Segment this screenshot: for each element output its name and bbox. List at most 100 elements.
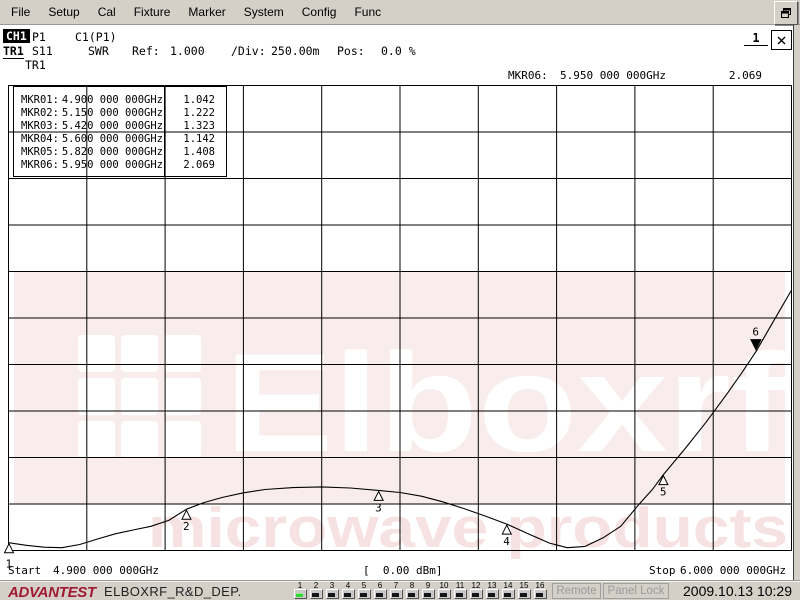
menu-item-system[interactable]: System bbox=[240, 4, 288, 20]
stop-frequency: 6.000 000 000GHz bbox=[680, 564, 786, 577]
channel-indicator-1: 1 bbox=[292, 581, 308, 599]
channel-led bbox=[390, 589, 403, 599]
channel-number: 14 bbox=[500, 581, 516, 589]
menu-bar: File Setup Cal Fixture Marker System Config Fun… bbox=[0, 0, 800, 25]
channel-number: 12 bbox=[468, 581, 484, 589]
marker-3-value: 1.323 bbox=[164, 120, 215, 133]
menu-item-setup[interactable]: Setup bbox=[44, 4, 83, 20]
channel-number: 1 bbox=[292, 581, 308, 589]
menu-item-cal[interactable]: Cal bbox=[94, 4, 120, 20]
stop-label: Stop bbox=[649, 564, 676, 577]
channel-indicator-10: 10 bbox=[436, 581, 452, 599]
cal-state-label: C1(P1) bbox=[75, 30, 117, 44]
marker-2-label: MKR02: bbox=[14, 107, 61, 120]
marker-number: 5 bbox=[660, 486, 667, 499]
marker-number: 6 bbox=[752, 326, 759, 339]
channel-number: 13 bbox=[484, 581, 500, 589]
channel-led bbox=[358, 589, 371, 599]
watermark-logo-block bbox=[78, 335, 115, 372]
div-value[interactable]: 250.00m bbox=[271, 44, 319, 58]
channel-led bbox=[470, 589, 483, 599]
clock: 2009.10.13 10:29 bbox=[683, 583, 792, 599]
channel-led bbox=[422, 589, 435, 599]
watermark-logo-block bbox=[164, 421, 201, 458]
channel-led bbox=[518, 589, 531, 599]
watermark-logo-block bbox=[164, 378, 201, 415]
marker-2-value: 1.222 bbox=[164, 107, 215, 120]
format-label[interactable]: SWR bbox=[88, 44, 109, 58]
channel-indicator-15: 15 bbox=[516, 581, 532, 599]
channel-indicator-11: 11 bbox=[452, 581, 468, 599]
system-title: ELBOXRF_R&D_DEP. bbox=[104, 584, 242, 599]
marker-table-row: MKR01:4.900 000 000GHz1.042 bbox=[14, 94, 226, 107]
marker-3-label: MKR03: bbox=[14, 120, 61, 133]
window-number: 1 bbox=[744, 31, 768, 46]
marker-table-row: MKR06:5.950 000 000GHz2.069 bbox=[14, 159, 226, 172]
marker-1-freq: 4.900 000 000GHz bbox=[61, 94, 163, 107]
watermark-logo-block bbox=[121, 335, 158, 372]
channel-led bbox=[310, 589, 323, 599]
menu-item-func[interactable]: Func bbox=[350, 4, 385, 20]
marker-6-freq: 5.950 000 000GHz bbox=[61, 159, 163, 172]
plot-area: Elboxrfmicrowave products123456 MKR01:4.… bbox=[8, 85, 792, 551]
watermark-logo-block bbox=[121, 421, 158, 458]
ref-label: Ref: bbox=[132, 44, 160, 58]
advantest-logo: ADVANTEST bbox=[8, 584, 96, 600]
channel-indicator-16: 16 bbox=[532, 581, 548, 599]
channel-indicator-4: 4 bbox=[340, 581, 356, 599]
div-label: /Div: bbox=[231, 44, 266, 58]
marker-6-label: MKR06: bbox=[14, 159, 61, 172]
channel-led bbox=[454, 589, 467, 599]
menu-item-fixture[interactable]: Fixture bbox=[130, 4, 175, 20]
menu-item-config[interactable]: Config bbox=[298, 4, 341, 20]
channel-number: 10 bbox=[436, 581, 452, 589]
channel-number: 6 bbox=[372, 581, 388, 589]
marker-1-value: 1.042 bbox=[164, 94, 215, 107]
channel-indicator-13: 13 bbox=[484, 581, 500, 599]
menu-item-file[interactable]: File bbox=[7, 4, 34, 20]
remote-indicator[interactable]: Remote bbox=[552, 583, 601, 599]
channel-indicators: 12345678910111213141516 bbox=[292, 581, 548, 599]
channel-indicator-6: 6 bbox=[372, 581, 388, 599]
channel-number: 15 bbox=[516, 581, 532, 589]
channel-led-active bbox=[294, 589, 307, 599]
channel-indicator-12: 12 bbox=[468, 581, 484, 599]
marker-symbol-open-up bbox=[5, 544, 14, 553]
channel-indicator-9: 9 bbox=[420, 581, 436, 599]
marker-number: 3 bbox=[375, 501, 382, 514]
channel-number: 8 bbox=[404, 581, 420, 589]
menu-item-marker[interactable]: Marker bbox=[184, 4, 229, 20]
watermark-logo-block bbox=[78, 378, 115, 415]
parameter-label[interactable]: S11 bbox=[32, 44, 53, 58]
marker-table: MKR01:4.900 000 000GHz1.042MKR02:5.150 0… bbox=[13, 86, 227, 177]
restore-window-button[interactable] bbox=[774, 1, 798, 25]
pos-value[interactable]: 0.0 % bbox=[381, 44, 416, 58]
channel-led bbox=[438, 589, 451, 599]
channel-number: 5 bbox=[356, 581, 372, 589]
close-button[interactable] bbox=[771, 30, 792, 50]
channel-number: 2 bbox=[308, 581, 324, 589]
pos-label: Pos: bbox=[337, 44, 365, 58]
channel-number: 3 bbox=[324, 581, 340, 589]
overlapping-windows-icon bbox=[780, 7, 792, 19]
channel-number: 16 bbox=[532, 581, 548, 589]
panel-lock-indicator[interactable]: Panel Lock bbox=[603, 583, 669, 599]
channel-badge[interactable]: CH1 bbox=[3, 29, 30, 43]
start-frequency: 4.900 000 000GHz bbox=[53, 564, 159, 577]
output-power: [ 0.00 dBm] bbox=[363, 564, 442, 577]
trace-badge[interactable]: TR1 bbox=[3, 44, 24, 59]
channel-indicator-5: 5 bbox=[356, 581, 372, 599]
status-bar: ADVANTEST ELBOXRF_R&D_DEP. 1234567891011… bbox=[0, 580, 800, 600]
analyzer-window: File Setup Cal Fixture Marker System Config Fun… bbox=[0, 0, 800, 600]
channel-indicator-8: 8 bbox=[404, 581, 420, 599]
marker-number: 4 bbox=[503, 535, 510, 548]
channel-indicator-14: 14 bbox=[500, 581, 516, 599]
marker-table-row: MKR05:5.820 000 000GHz1.408 bbox=[14, 146, 226, 159]
ref-value[interactable]: 1.000 bbox=[170, 44, 205, 58]
channel-indicator-3: 3 bbox=[324, 581, 340, 599]
marker-5-label: MKR05: bbox=[14, 146, 61, 159]
marker-1-label: MKR01: bbox=[14, 94, 61, 107]
watermark-logo-block bbox=[78, 421, 115, 458]
channel-number: 7 bbox=[388, 581, 404, 589]
marker-4-freq: 5.600 000 000GHz bbox=[61, 133, 163, 146]
